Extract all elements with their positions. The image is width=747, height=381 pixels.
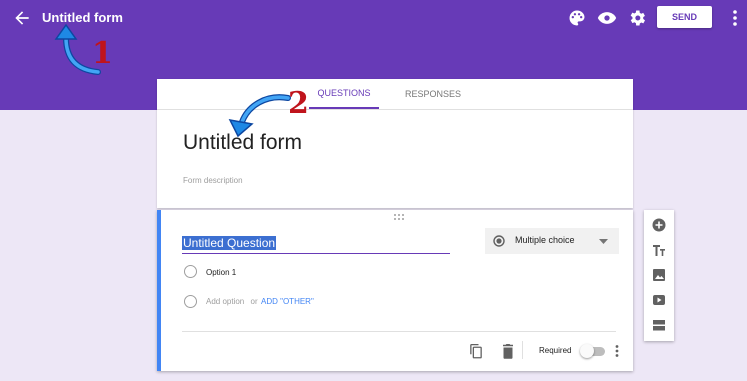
footer-separator <box>522 341 523 359</box>
add-option-label: Add option <box>206 297 245 306</box>
add-title-icon[interactable] <box>652 243 666 257</box>
question-card[interactable]: Untitled Question Multiple choice Option… <box>157 210 633 371</box>
drag-handle-icon[interactable] <box>393 213 405 221</box>
add-section-icon[interactable] <box>652 318 666 332</box>
gear-icon[interactable] <box>627 8 647 28</box>
required-toggle-knob[interactable] <box>580 344 594 358</box>
palette-icon[interactable] <box>567 8 587 28</box>
form-description-field[interactable]: Form description <box>183 176 243 185</box>
or-label: or <box>250 297 258 306</box>
duplicate-icon[interactable] <box>469 343 483 359</box>
annotation-arrow-2 <box>228 94 291 138</box>
required-label: Required <box>539 346 572 355</box>
add-question-icon[interactable] <box>652 218 666 232</box>
tab-questions[interactable]: QUESTIONS <box>309 79 379 109</box>
add-video-icon[interactable] <box>652 293 666 307</box>
delete-icon[interactable] <box>501 343 515 359</box>
tab-responses[interactable]: RESPONSES <box>397 79 469 109</box>
question-title: Untitled Question <box>182 236 277 250</box>
send-button[interactable]: SEND <box>657 6 712 28</box>
option-1-label[interactable]: Option 1 <box>206 268 236 277</box>
add-option-radio-icon <box>184 295 197 308</box>
add-image-icon[interactable] <box>652 268 666 282</box>
radio-checked-icon <box>493 235 505 247</box>
annotation-number-2: 2 <box>288 86 309 121</box>
chevron-down-icon <box>599 239 608 244</box>
annotation-number-1: 1 <box>92 36 113 71</box>
side-toolbar <box>644 210 674 341</box>
more-vert-icon[interactable] <box>729 8 741 28</box>
option-radio-icon <box>184 265 197 278</box>
add-other-link[interactable]: ADD "OTHER" <box>261 297 314 306</box>
eye-icon[interactable] <box>597 8 617 28</box>
question-title-field[interactable]: Untitled Question <box>182 234 450 254</box>
question-type-dropdown[interactable]: Multiple choice <box>485 228 619 254</box>
question-type-label: Multiple choice <box>515 235 575 245</box>
question-more-icon[interactable] <box>613 344 621 358</box>
back-arrow-icon[interactable] <box>12 8 32 28</box>
question-footer-divider <box>182 331 616 332</box>
add-option-link[interactable]: Add option or <box>206 297 258 306</box>
